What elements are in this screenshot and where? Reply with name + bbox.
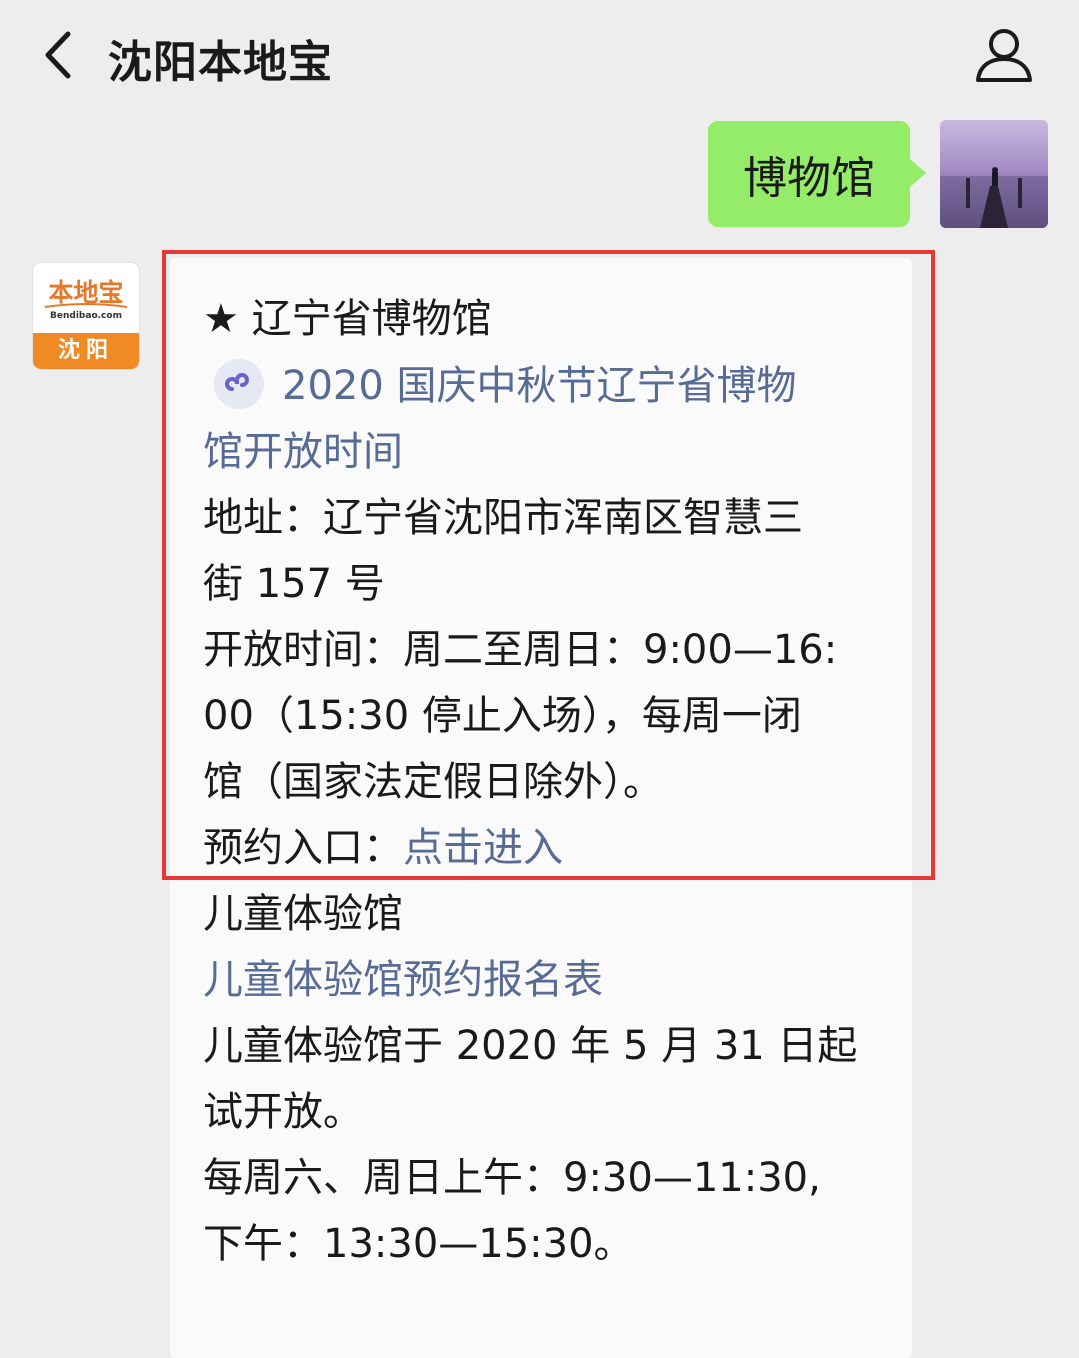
children-hall-hours: 每周六、周日上午：9:30—11:30, xyxy=(203,1155,821,1201)
children-hall-booking-link[interactable]: 儿童体验馆预约报名表 xyxy=(203,956,603,1004)
booking-label: 预约入口： xyxy=(203,825,403,871)
outgoing-message[interactable]: 博物馆 xyxy=(708,121,926,227)
booking-link[interactable]: 点击进入 xyxy=(403,825,563,871)
swoosh-icon xyxy=(44,303,128,308)
user-avatar-image xyxy=(940,120,1048,228)
museum-hours-link[interactable]: 2020 国庆中秋节辽宁省博物 xyxy=(282,363,797,409)
mini-program-icon xyxy=(214,359,264,409)
children-hall-open-date-cont: 试开放。 xyxy=(203,1089,363,1135)
children-hall-open-date: 儿童体验馆于 2020 年 5 月 31 日起 xyxy=(203,1023,858,1069)
user-avatar[interactable] xyxy=(940,120,1048,228)
mini-program-link[interactable]: 2020 国庆中秋节辽宁省博物 xyxy=(214,359,797,413)
top-bar: 沈阳本地宝 xyxy=(0,0,1079,110)
chat-title: 沈阳本地宝 xyxy=(108,37,333,88)
museum-hours-cont: 00（15:30 停止入场），每周一闭 xyxy=(203,693,802,739)
museum-hours-cont2: 馆（国家法定假日除外）。 xyxy=(203,759,663,805)
chevron-left-icon xyxy=(45,31,71,79)
museum-address-cont: 街 157 号 xyxy=(203,561,385,607)
booking-row: 预约入口：点击进入 xyxy=(203,824,563,872)
outgoing-message-text: 博物馆 xyxy=(743,153,875,204)
brand-domain: Bendibao.com xyxy=(50,311,122,321)
museum-hours: 开放时间：周二至周日：9:00—16: xyxy=(203,627,838,673)
children-hall-title: 儿童体验馆 xyxy=(203,891,403,937)
account-avatar[interactable]: 本地宝 Bendibao.com 沈阳 xyxy=(33,263,139,369)
museum-title: ★ 辽宁省博物馆 xyxy=(203,296,492,342)
brand-city: 沈阳 xyxy=(33,333,139,369)
profile-button[interactable] xyxy=(972,26,1036,84)
children-hall-hours-cont: 下午：13:30—15:30。 xyxy=(203,1221,634,1267)
person-icon xyxy=(976,29,1032,82)
back-button[interactable] xyxy=(36,28,86,82)
museum-hours-link-cont[interactable]: 馆开放时间 xyxy=(203,428,403,476)
museum-address: 地址：辽宁省沈阳市浑南区智慧三 xyxy=(203,495,803,541)
